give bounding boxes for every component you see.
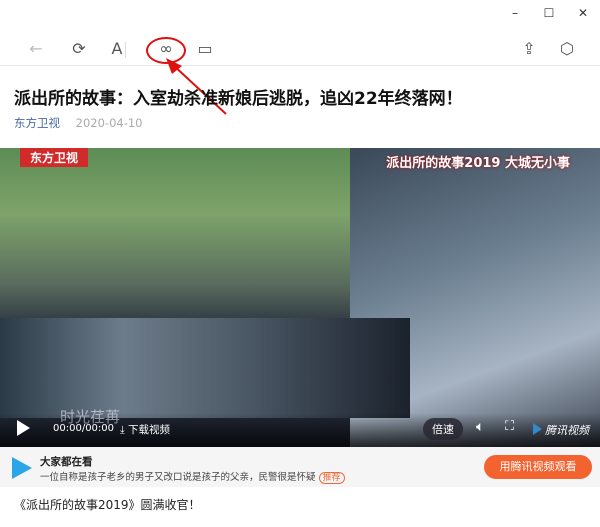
window-controls: – ☐ ✕ <box>498 4 600 22</box>
window-icon[interactable]: ▭ <box>194 38 216 60</box>
close-button[interactable]: ✕ <box>566 4 600 22</box>
cube-icon[interactable]: ⬡ <box>556 38 578 60</box>
tencent-video-logo[interactable]: 腾讯视频 <box>533 422 589 438</box>
download-button[interactable]: ⤓ 下载视频 <box>120 422 170 437</box>
article-title: 派出所的故事：入室劫杀准新娘后逃脱，追凶22年终落网！ <box>14 89 463 109</box>
toolbar-divider <box>125 42 126 58</box>
refresh-icon[interactable]: ⟳ <box>68 38 90 60</box>
tencent-video-icon <box>12 457 32 479</box>
show-tag: 派出所的故事2019 大城无小事 <box>386 156 570 171</box>
volume-icon[interactable]: 🔈︎ <box>476 419 484 435</box>
brand-label: 腾讯视频 <box>545 424 589 437</box>
toolbar: ← ⟳ A ∞ ▭ ⇪ ⬡ <box>0 34 600 66</box>
article-date: 2020-04-10 <box>75 116 143 130</box>
tencent-play-icon <box>533 423 542 435</box>
maximize-button[interactable]: ☐ <box>532 4 566 22</box>
promo-text-label: 一位自称是孩子老乡的男子又改口说是孩子的父亲，民警很是怀疑 <box>40 472 316 483</box>
open-in-tencent-button[interactable]: 用腾讯视频观看 <box>484 455 592 479</box>
channel-logo: 东方卫视 <box>20 148 89 167</box>
speed-button[interactable]: 倍速 <box>423 418 463 440</box>
promo-bar: 大家都在看 一位自称是孩子老乡的男子又改口说是孩子的父亲，民警很是怀疑 推荐 用腾… <box>0 447 600 487</box>
download-label: 下载视频 <box>127 424 170 436</box>
recommend-badge: 推荐 <box>318 472 345 484</box>
promo-text[interactable]: 一位自称是孩子老乡的男子又改口说是孩子的父亲，民警很是怀疑 推荐 <box>40 469 345 484</box>
article-body: 《派出所的故事2019》圆满收官！ <box>14 498 201 512</box>
video-time: 00:00/00:00 <box>53 423 115 434</box>
minimize-button[interactable]: – <box>498 4 532 22</box>
video-controls: 00:00/00:00 ⤓ 下载视频 倍速 🔈︎ ⛶ 腾讯视频 <box>0 413 600 447</box>
video-scene-monitors <box>0 318 410 418</box>
promo-heading: 大家都在看 <box>40 456 93 468</box>
video-player[interactable]: 东方卫视 派出所的故事2019 大城无小事 时光荏苒 00:00/00:00 ⤓… <box>0 148 600 447</box>
article-meta: 东方卫视 2020-04-10 <box>14 115 143 131</box>
back-icon[interactable]: ← <box>25 38 47 60</box>
article-source[interactable]: 东方卫视 <box>14 116 60 130</box>
share-icon[interactable]: ⇪ <box>518 38 540 60</box>
fullscreen-icon[interactable]: ⛶ <box>505 419 514 434</box>
play-icon[interactable] <box>17 420 30 436</box>
